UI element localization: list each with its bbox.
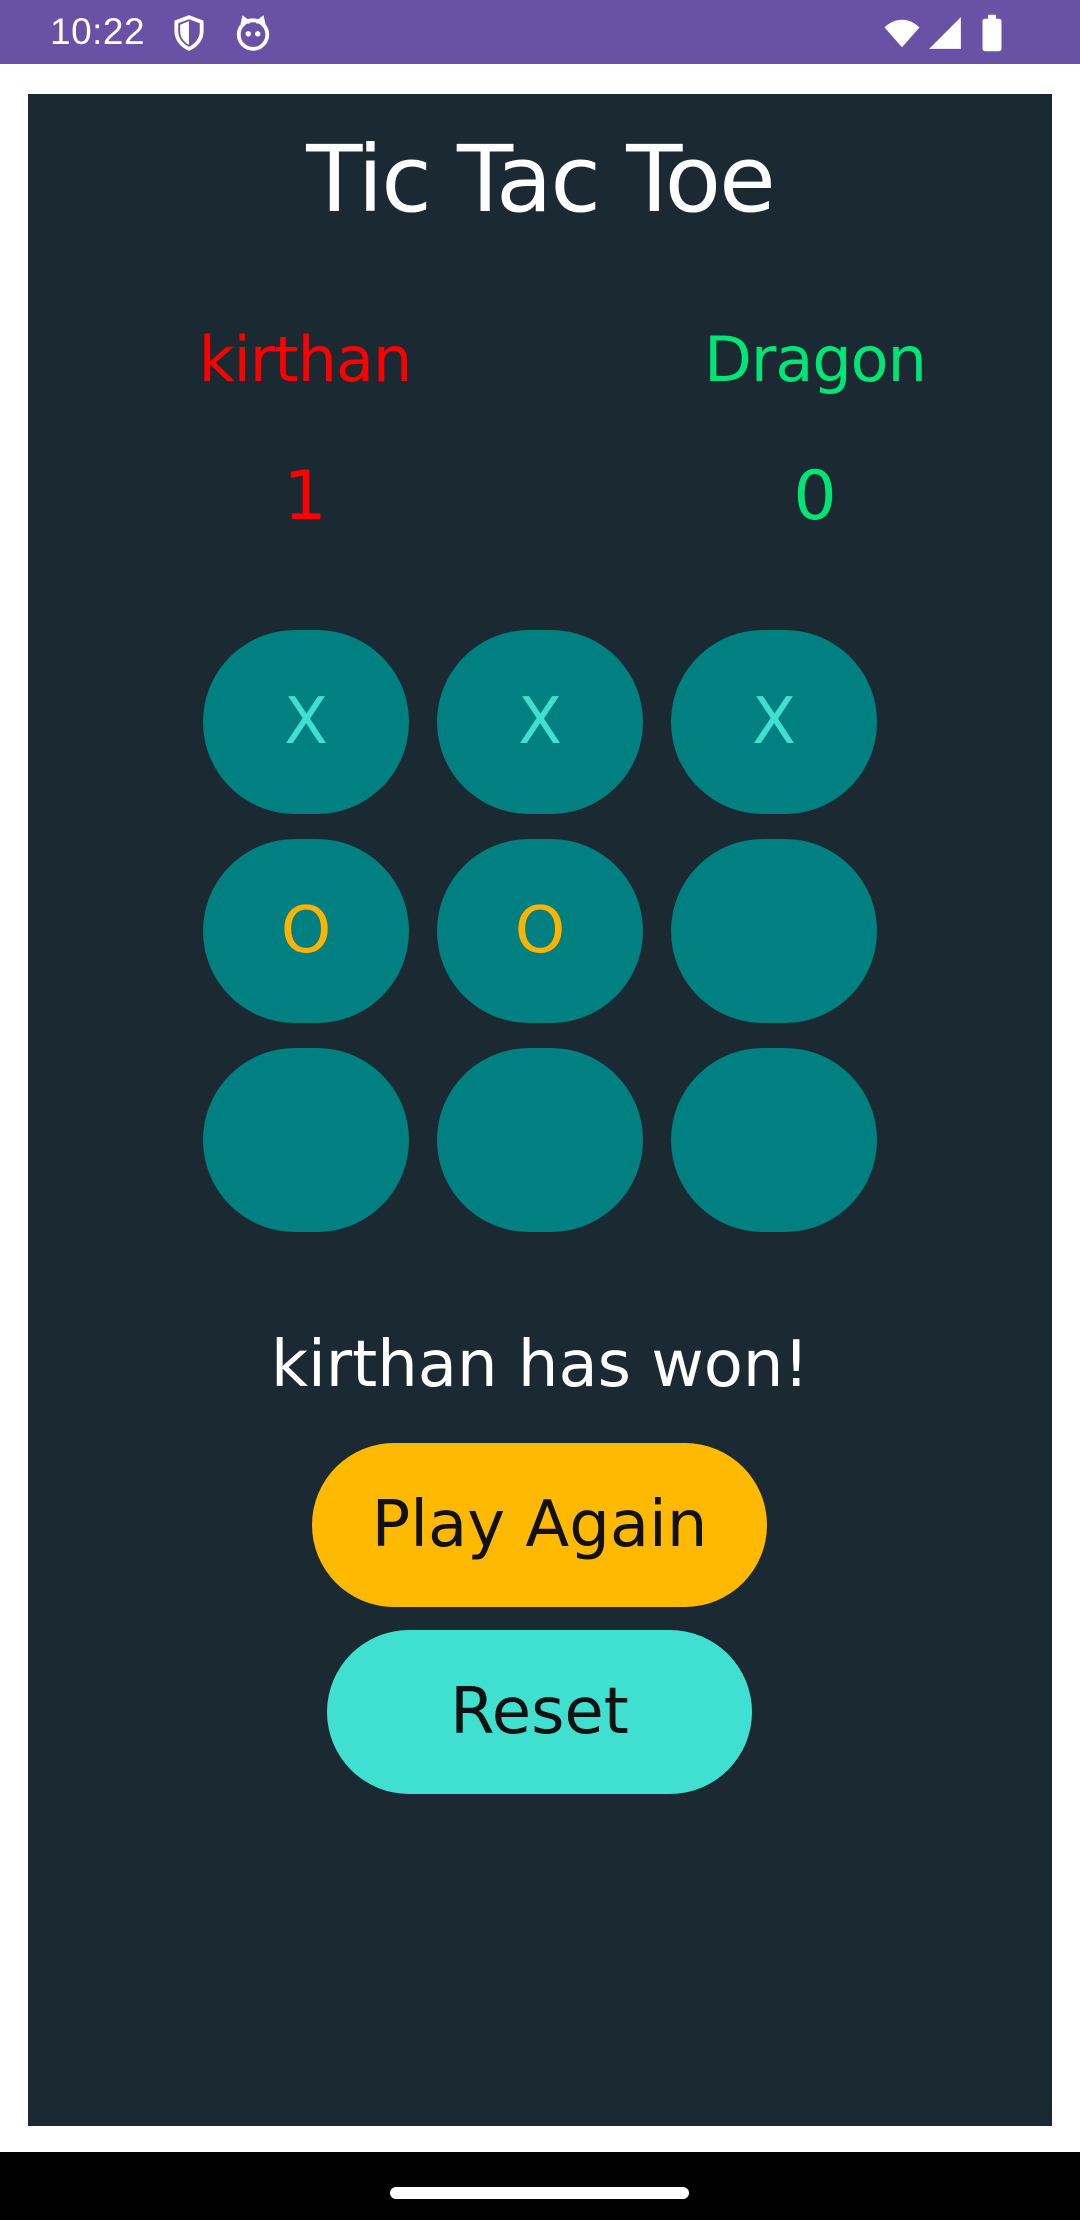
board-cell[interactable] <box>671 839 877 1023</box>
board-cell[interactable] <box>671 1048 877 1232</box>
game-result-message: kirthan has won! <box>270 1328 810 1402</box>
shield-icon <box>170 14 208 52</box>
cat-icon <box>234 14 272 52</box>
board-cell[interactable]: O <box>203 839 409 1023</box>
navigation-bar <box>0 2152 1080 2220</box>
board-cell[interactable] <box>203 1048 409 1232</box>
player1-score: 1 <box>283 457 327 536</box>
player1-name: kirthan <box>198 323 413 396</box>
cellular-signal-icon <box>926 14 964 52</box>
status-time: 10:22 <box>50 11 146 52</box>
reset-button[interactable]: Reset <box>327 1630 752 1794</box>
player2-score: 0 <box>793 457 837 536</box>
page-title: Tic Tac Toe <box>306 126 775 233</box>
board-cell[interactable]: X <box>203 630 409 814</box>
home-indicator[interactable] <box>390 2187 689 2199</box>
play-again-button[interactable]: Play Again <box>312 1443 767 1607</box>
board-cell[interactable]: X <box>437 630 643 814</box>
board-cell[interactable] <box>437 1048 643 1232</box>
battery-icon <box>978 14 1006 52</box>
status-bar: 10:22 <box>0 0 1080 64</box>
player2-name: Dragon <box>704 323 927 396</box>
board-cell[interactable]: O <box>437 839 643 1023</box>
board-cell[interactable]: X <box>671 630 877 814</box>
wifi-icon <box>880 14 924 52</box>
game-board: X X X O O <box>203 630 877 1232</box>
